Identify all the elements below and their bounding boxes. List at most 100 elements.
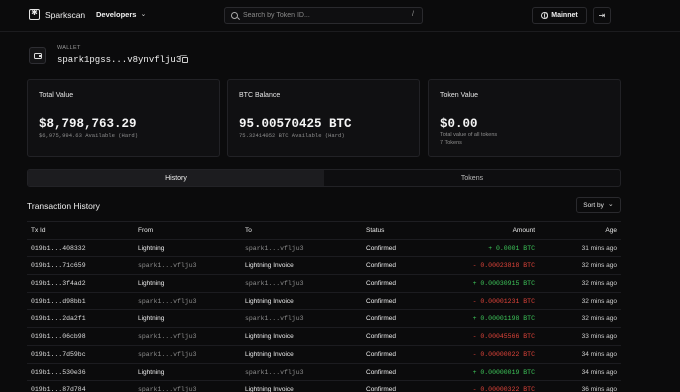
- network-label: Mainnet: [551, 12, 578, 19]
- to-address[interactable]: Lightning Invoice: [245, 386, 294, 392]
- to-address[interactable]: spark1...vflju3: [245, 245, 304, 252]
- search-input[interactable]: [243, 12, 403, 19]
- tab-history[interactable]: History: [28, 170, 324, 186]
- top-bar: Sparkscan Developers ⌄ / Mainnet ⇥: [0, 0, 680, 32]
- chevron-down-icon: ⌄: [140, 10, 147, 18]
- globe-icon: [541, 12, 549, 19]
- table-header: Tx Id From To Status Amount Age: [27, 222, 621, 240]
- copy-icon[interactable]: [180, 55, 188, 63]
- amount-value: + 0.00001198 BTC: [472, 315, 535, 323]
- column-header-amount: Amount: [512, 227, 535, 234]
- table-row[interactable]: 019b1...d98bb1 spark1...vflju3 Lightning I…: [27, 293, 621, 311]
- sign-in-icon: ⇥: [598, 11, 606, 20]
- sign-in-button[interactable]: ⇥: [593, 7, 611, 24]
- age-text: 32 mins ago: [581, 297, 617, 305]
- sparkscan-logo-icon: [29, 8, 40, 20]
- table-row[interactable]: 019b1...71c659 spark1...vflju3 Lightning I…: [27, 257, 621, 276]
- network-selector[interactable]: Mainnet: [532, 7, 587, 24]
- token-value-amount: $0.00: [440, 117, 478, 131]
- status-text: Confirmed: [366, 297, 396, 305]
- search-shortcut-hint: /: [412, 11, 414, 18]
- tx-id-link[interactable]: 019b1...d98bb1: [31, 298, 86, 305]
- amount-value: + 0.00030915 BTC: [472, 280, 535, 288]
- developers-label: Developers: [96, 10, 137, 19]
- status-text: Confirmed: [366, 333, 396, 341]
- card-title: Total Value: [39, 92, 74, 99]
- status-text: Confirmed: [366, 262, 396, 270]
- sort-by-button[interactable]: Sort by ⌄: [576, 197, 621, 213]
- to-address[interactable]: Lightning Invoice: [245, 351, 294, 358]
- from-address[interactable]: spark1...vflju3: [138, 351, 197, 358]
- age-text: 31 mins ago: [581, 244, 617, 252]
- wallet-label: WALLET: [57, 45, 81, 51]
- from-address[interactable]: spark1...vflju3: [138, 298, 197, 305]
- tx-id-link[interactable]: 019b1...2da2f1: [31, 315, 86, 322]
- chevron-down-icon: ⌄: [607, 201, 614, 208]
- table-row[interactable]: 019b1...87d784 spark1...vflju3 Lightning I…: [27, 381, 621, 392]
- table-row[interactable]: 019b1...2da2f1 Lightning spark1...vflju3 Co…: [27, 310, 621, 329]
- btc-balance-card: BTC Balance 95.00570425 BTC 75.32414052 …: [227, 79, 420, 157]
- from-address[interactable]: Lightning: [138, 315, 164, 322]
- age-text: 32 mins ago: [581, 280, 617, 288]
- tx-id-link[interactable]: 019b1...06cb98: [31, 333, 86, 340]
- from-address[interactable]: Lightning: [138, 280, 164, 287]
- from-address[interactable]: Lightning: [138, 369, 164, 376]
- amount-value: + 0.00000019 BTC: [472, 368, 535, 376]
- from-address[interactable]: spark1...vflju3: [138, 386, 197, 392]
- to-address[interactable]: spark1...vflju3: [245, 369, 304, 376]
- sort-by-label: Sort by: [583, 201, 604, 209]
- amount-value: - 0.00023818 BTC: [472, 262, 535, 270]
- tabs: History Tokens: [27, 169, 621, 187]
- column-header-from: From: [138, 227, 154, 234]
- section-title: Transaction History: [27, 201, 100, 211]
- btc-balance-available: 75.32414052 BTC Available (Hard): [239, 132, 345, 139]
- token-value-card: Token Value $0.00 Total value of all tok…: [428, 79, 621, 157]
- table-row[interactable]: 019b1...06cb98 spark1...vflju3 Lightning I…: [27, 328, 621, 346]
- age-text: 34 mins ago: [581, 350, 617, 358]
- age-text: 32 mins ago: [581, 315, 617, 323]
- to-address[interactable]: spark1...vflju3: [245, 280, 304, 287]
- column-header-to: To: [245, 227, 252, 234]
- amount-value: - 0.00000022 BTC: [472, 350, 535, 358]
- tx-id-link[interactable]: 019b1...71c659: [31, 262, 86, 269]
- age-text: 33 mins ago: [581, 333, 617, 341]
- from-address[interactable]: Lightning: [138, 245, 164, 252]
- tx-id-link[interactable]: 019b1...7d59bc: [31, 351, 86, 358]
- amount-value: - 0.00045566 BTC: [472, 333, 535, 341]
- table-row[interactable]: 019b1...3f4ad2 Lightning spark1...vflju3 Co…: [27, 275, 621, 293]
- amount-value: + 0.0001 BTC: [488, 244, 535, 252]
- brand-logo-link[interactable]: Sparkscan: [29, 8, 85, 20]
- from-address[interactable]: spark1...vflju3: [138, 333, 197, 340]
- status-text: Confirmed: [366, 368, 396, 376]
- tx-id-link[interactable]: 019b1...408332: [31, 245, 86, 252]
- tx-id-link[interactable]: 019b1...530e36: [31, 369, 86, 376]
- table-row[interactable]: 019b1...7d59bc spark1...vflju3 Lightning I…: [27, 346, 621, 364]
- column-header-status: Status: [366, 227, 385, 234]
- search-bar[interactable]: /: [224, 7, 423, 24]
- to-address[interactable]: spark1...vflju3: [245, 315, 304, 322]
- to-address[interactable]: Lightning Invoice: [245, 333, 294, 340]
- column-header-age: Age: [605, 227, 617, 234]
- status-text: Confirmed: [366, 315, 396, 323]
- tab-tokens[interactable]: Tokens: [324, 170, 620, 186]
- tx-id-link[interactable]: 019b1...87d784: [31, 386, 86, 392]
- to-address[interactable]: Lightning Invoice: [245, 262, 294, 269]
- total-value-card: Total Value $8,798,763.29 $6,975,994.63 …: [27, 79, 220, 157]
- table-row[interactable]: 019b1...408332 Lightning spark1...vflju3 Co…: [27, 240, 621, 258]
- token-count: 7 Tokens: [440, 140, 462, 146]
- token-value-description: Total value of all tokens: [440, 132, 498, 138]
- total-value-available: $6,975,994.63 Available (Hard): [39, 132, 139, 139]
- amount-value: - 0.00000322 BTC: [472, 386, 535, 392]
- to-address[interactable]: Lightning Invoice: [245, 298, 294, 305]
- card-title: Token Value: [440, 92, 479, 99]
- table-row[interactable]: 019b1...530e36 Lightning spark1...vflju3 Co…: [27, 364, 621, 382]
- wallet-icon: [29, 47, 46, 64]
- status-text: Confirmed: [366, 244, 396, 252]
- tx-id-link[interactable]: 019b1...3f4ad2: [31, 280, 86, 287]
- from-address[interactable]: spark1...vflju3: [138, 262, 197, 269]
- developers-menu-button[interactable]: Developers ⌄: [96, 10, 146, 19]
- card-title: BTC Balance: [239, 92, 281, 99]
- status-text: Confirmed: [366, 280, 396, 288]
- transaction-table: Tx Id From To Status Amount Age 019b1...…: [27, 221, 621, 392]
- search-icon: [231, 12, 238, 19]
